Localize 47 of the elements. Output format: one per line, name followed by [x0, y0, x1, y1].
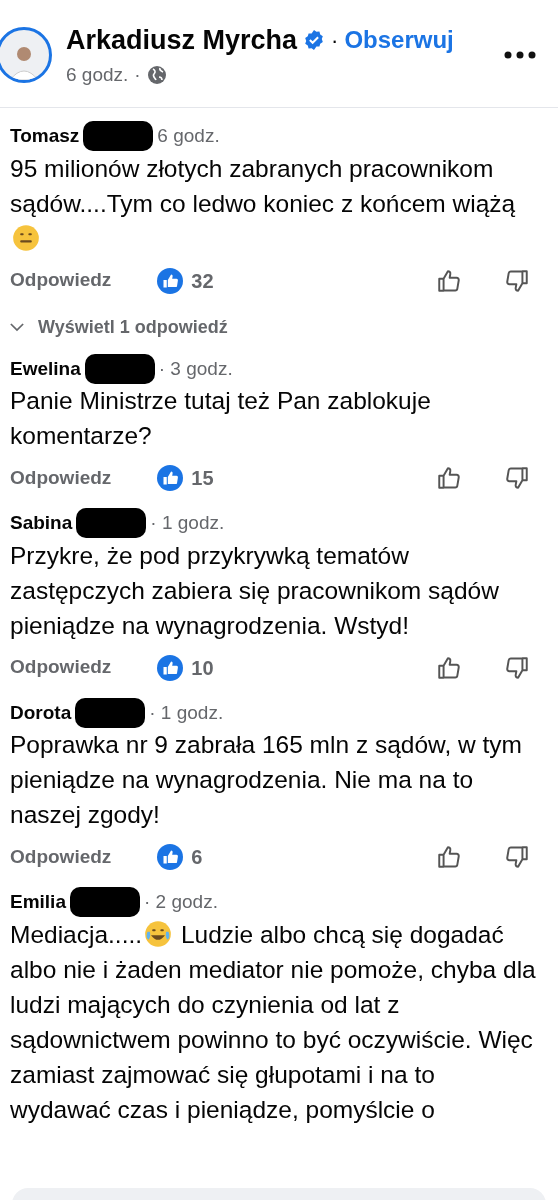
- comment-text: 95 milionów złotych zabranych pracownikom sądów....Tym co ledwo koniec z końcem wiążą: [10, 150, 548, 256]
- like-icon[interactable]: [436, 654, 462, 681]
- like-icon[interactable]: [436, 267, 462, 294]
- comment-time: · 3 godz.: [158, 356, 233, 381]
- commenter-name[interactable]: Ewelina: [10, 354, 81, 383]
- reply-button[interactable]: Odpowiedz: [10, 463, 112, 493]
- like-icon[interactable]: [436, 844, 462, 870]
- like-count: 10: [191, 655, 214, 681]
- commenter-name[interactable]: Dorota: [10, 698, 72, 727]
- reply-button[interactable]: Odpowiedz: [10, 842, 112, 872]
- more-options-icon[interactable]: [504, 50, 536, 59]
- avatar[interactable]: [0, 26, 52, 83]
- commenter-name[interactable]: Sabina: [10, 509, 73, 538]
- like-icon[interactable]: [436, 465, 462, 491]
- chevron-down-icon: [10, 322, 24, 332]
- emoji-icon: [144, 919, 173, 948]
- emoji-icon: [12, 223, 40, 252]
- dislike-icon[interactable]: [504, 465, 530, 491]
- commenter-name[interactable]: Emilia: [10, 888, 66, 917]
- separator-dot: ·: [134, 62, 141, 87]
- comment-time: · 1 godz.: [150, 511, 225, 535]
- globe-icon: [146, 64, 167, 85]
- like-reaction-icon: [157, 465, 184, 491]
- post-time: 6 godz.: [66, 62, 129, 87]
- like-count: 15: [191, 466, 214, 491]
- like-reaction-icon: [157, 844, 184, 870]
- comment-text: Poprawka nr 9 zabrała 165 mln z sądów, w tym pieniądze na wynagrodzenia. Nie ma na to naszej zgody!: [10, 730, 523, 830]
- author-name[interactable]: Arkadiusz Myrcha: [66, 20, 298, 61]
- comment-text: Mediacja..... Ludzie albo chcą się dogadać albo nie i żaden mediator nie pomoże, chyba dla ludzi mających do czynienia od lat z sądownictwem powinno to być oczywiście. Więc zamiast zajmować się głupotami i na to wydawać czas i pieniądze, pomyślcie o: [10, 918, 537, 1125]
- follow-link[interactable]: Obserwuj: [344, 22, 454, 59]
- commenter-name[interactable]: Tomasz: [10, 122, 80, 151]
- comment-text: Przykre, że pod przykrywką tematów zastępczych zabiera się pracownikom sądów pieniądze na wynagrodzenia. Wstyd!: [10, 540, 500, 641]
- like-count: 6: [191, 845, 203, 870]
- comment-time: 6 godz.: [157, 124, 220, 148]
- dislike-icon[interactable]: [504, 654, 530, 681]
- like-reaction-icon: [157, 654, 184, 681]
- comment-time: · 1 godz.: [149, 700, 224, 725]
- like-reaction-icon: [157, 267, 184, 294]
- dislike-icon[interactable]: [504, 267, 530, 294]
- comment-text: Panie Ministrze tutaj też Pan zablokuje komentarze?: [10, 386, 432, 451]
- reply-button[interactable]: Odpowiedz: [10, 653, 112, 682]
- view-replies-button[interactable]: Wyświetl 1 odpowiedź: [10, 313, 228, 341]
- dislike-icon[interactable]: [504, 844, 530, 870]
- comment-time: · 2 godz.: [144, 890, 218, 914]
- reply-button[interactable]: Odpowiedz: [10, 266, 112, 295]
- separator-dot: ·: [331, 26, 339, 55]
- like-count: 32: [191, 268, 214, 294]
